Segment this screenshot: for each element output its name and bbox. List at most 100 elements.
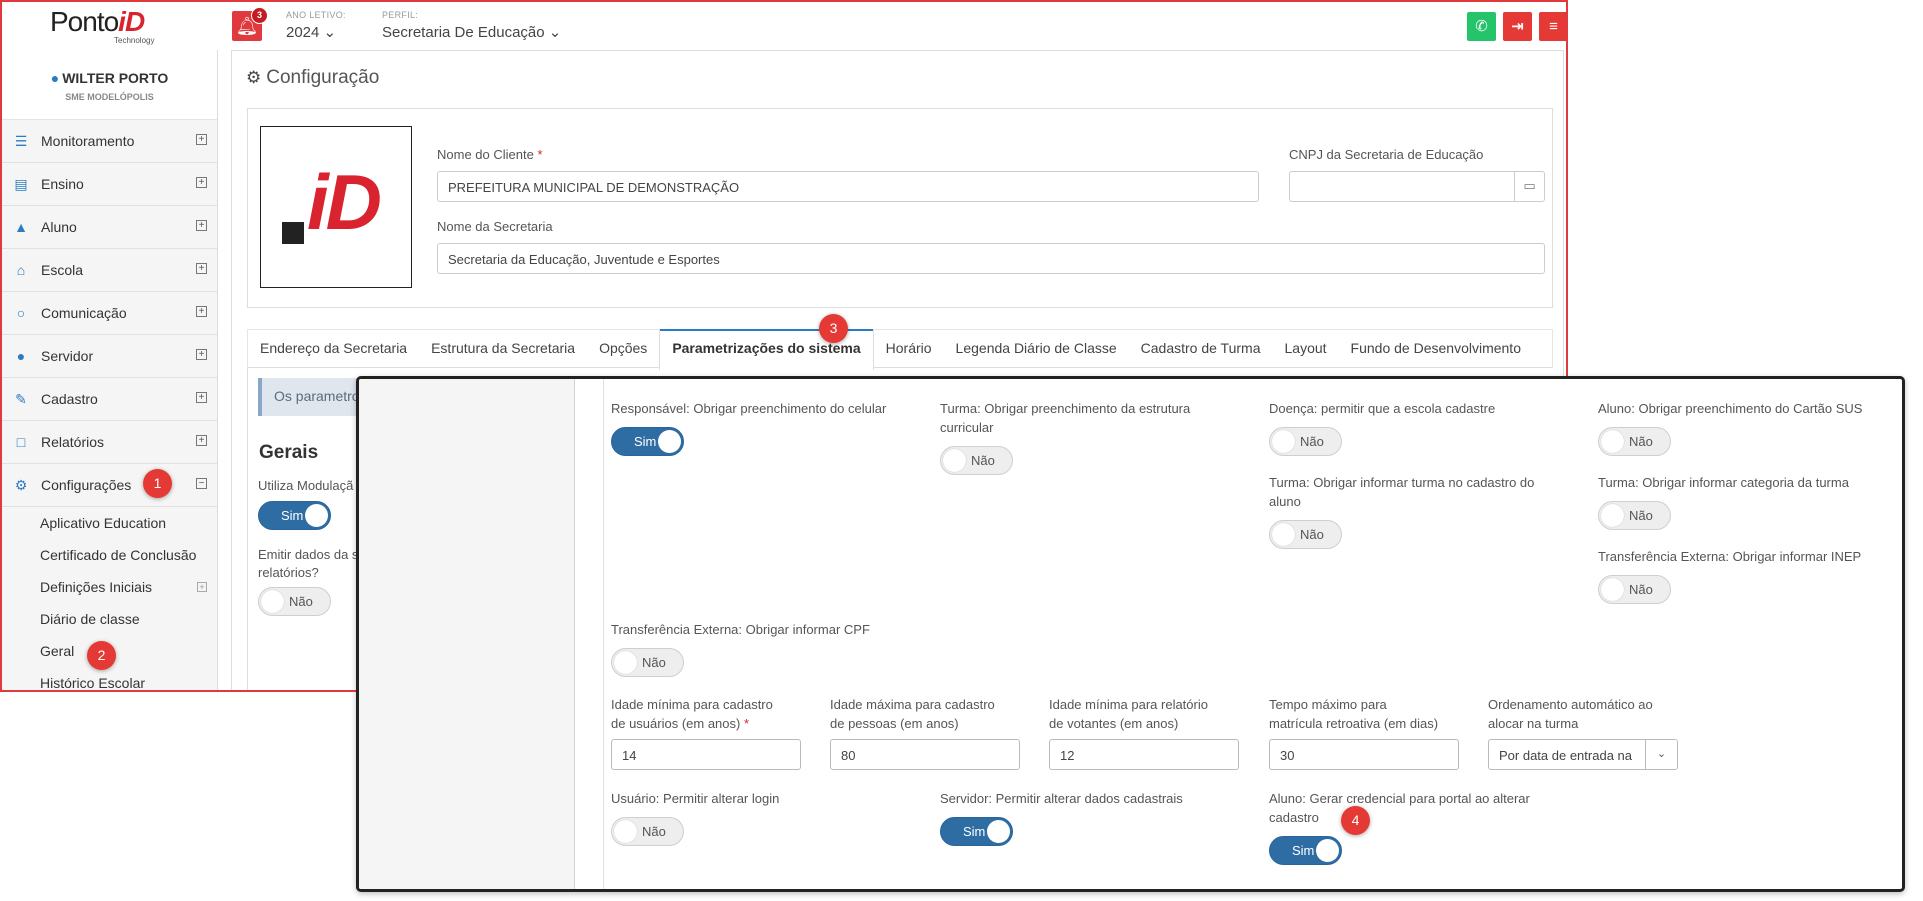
modulacao-label: Utiliza Modulaçã [258,478,354,493]
overlay-sidebar-area [359,379,575,889]
main-menu-button[interactable]: ≡ [1539,12,1566,41]
sidebar-item-ensino[interactable]: ▤ Ensino + [2,163,217,206]
tab-endereco[interactable]: Endereço da Secretaria [248,330,419,367]
field-label-idade-minima: Idade mínima para cadastro de usuários (e… [611,697,773,731]
tab-legenda-diario[interactable]: Legenda Diário de Classe [944,330,1129,367]
user-name: WILTER PORTO [62,70,169,86]
tab-horario[interactable]: Horário [874,330,944,367]
page-title: ⚙ Configuração [246,67,380,88]
toggle-cpf[interactable]: Não [611,648,684,677]
emitir-label: Emitir dados da s relatórios? [258,547,359,580]
gear-icon: ⚙ [246,68,262,87]
whatsapp-icon: ✆ [1475,18,1488,35]
overlay-divider [603,379,604,889]
gear-icon: ⚙ [14,477,28,493]
expand-icon[interactable]: + [196,220,207,231]
logo-square-shape [282,222,304,244]
toggle-doenca[interactable]: Não [1269,427,1342,456]
submenu-historico-escolar[interactable]: Histórico Escolar [2,667,217,690]
logo-id-mark: iD [307,158,382,246]
user-org: SME MODELÓPOLIS [65,92,154,102]
expand-icon[interactable]: + [196,306,207,317]
toggle-label-credencial-portal: Aluno: Gerar credencial para portal ao a… [1269,791,1530,825]
tab-layout[interactable]: Layout [1273,330,1339,367]
toggle-cartao-sus[interactable]: Não [1598,427,1671,456]
bank-icon: ⌂ [16,262,26,278]
toggle-usuario-login[interactable]: Não [611,817,684,846]
toggle-servidor-dados[interactable]: Sim [940,817,1013,846]
expand-icon[interactable]: + [197,582,207,592]
file-icon: □ [16,434,26,450]
toggle-label-inep: Transferência Externa: Obrigar informar … [1598,549,1862,564]
expand-icon[interactable]: + [196,392,207,403]
logout-icon: ⇥ [1511,18,1524,35]
submenu-diario-classe[interactable]: Diário de classe [2,603,217,635]
input-idade-votantes[interactable]: 12 [1049,739,1239,770]
tab-fundo-desenvolvimento[interactable]: Fundo de Desenvolvimento [1339,330,1533,367]
client-name-label: Nome do Cliente * [437,147,543,162]
sidebar-item-comunicacao[interactable]: ○ Comunicação + [2,292,217,335]
logout-button[interactable]: ⇥ [1503,12,1532,41]
expand-icon[interactable]: + [196,134,207,145]
toggle-inep[interactable]: Não [1598,575,1671,604]
client-logo-image[interactable]: iD [260,126,412,288]
select-ordenamento[interactable]: Por data de entrada na ⌄ [1488,739,1678,770]
cnpj-input[interactable]: ▭ [1289,171,1545,202]
collapse-icon[interactable]: − [196,478,207,489]
submenu-certificado-conclusao[interactable]: Certificado de Conclusão [2,539,217,571]
hamburger-icon: ≡ [1549,18,1558,35]
client-name-input[interactable]: PREFEITURA MUNICIPAL DE DEMONSTRAÇÃO [437,171,1259,202]
toggle-turma-estrutura[interactable]: Não [940,446,1013,475]
expand-icon[interactable]: + [196,263,207,274]
user-box: ● WILTER PORTO SME MODELÓPOLIS [2,50,217,120]
notification-count-badge: 3 [251,7,268,24]
input-tempo-maximo[interactable]: 30 [1269,739,1459,770]
whatsapp-button[interactable]: ✆ [1467,12,1496,41]
toggle-responsavel-celular[interactable]: Sim [611,427,684,456]
expand-icon[interactable]: + [196,435,207,446]
notifications-bell-button[interactable]: 🔔︎ 3 [232,7,268,41]
secretaria-name-input[interactable]: Secretaria da Educação, Juventude e Espo… [437,243,1545,274]
tab-opcoes[interactable]: Opções [587,330,659,367]
graduation-cap-icon: ▲ [14,219,28,235]
submenu-aplicativo-education[interactable]: Aplicativo Education [2,507,217,539]
pontoid-logo[interactable]: PontoiD Technology [50,6,170,46]
expand-icon[interactable]: + [196,177,207,188]
school-year-selector[interactable]: ANO LETIVO: 2024 ⌄ [286,10,346,41]
submenu-definicoes-iniciais[interactable]: Definições Iniciais + [2,571,217,603]
sidebar-item-monitoramento[interactable]: ☰ Monitoramento + [2,120,217,163]
user-icon: ● [16,348,26,364]
tab-estrutura[interactable]: Estrutura da Secretaria [419,330,587,367]
expand-icon[interactable]: + [196,349,207,360]
credit-card-icon: ▭ [1514,172,1544,201]
emitir-toggle[interactable]: Não [258,587,331,616]
sidebar: ● WILTER PORTO SME MODELÓPOLIS ☰ Monitoram… [2,50,218,690]
toggle-label-responsavel: Responsável: Obrigar preenchimento do ce… [611,401,887,416]
toggle-credencial-portal[interactable]: Sim [1269,836,1342,865]
zoomed-settings-panel: Responsável: Obrigar preenchimento do ce… [356,376,1905,892]
tab-cadastro-turma[interactable]: Cadastro de Turma [1129,330,1273,367]
section-title-gerais: Gerais [259,442,319,463]
sidebar-item-servidor[interactable]: ● Servidor + [2,335,217,378]
sidebar-item-aluno[interactable]: ▲ Aluno + [2,206,217,249]
field-label-idade-votantes: Idade mínima para relatório de votantes (… [1049,697,1208,731]
user-icon: ● [50,70,60,86]
profile-selector[interactable]: PERFIL: Secretaria De Educação ⌄ [382,10,561,41]
toggle-label-categoria-turma: Turma: Obrigar informar categoria da tur… [1598,475,1849,490]
client-info-panel: iD Nome do Cliente * PREFEITURA MUNICIPA… [247,108,1553,308]
sidebar-item-relatorios[interactable]: □ Relatórios + [2,421,217,464]
sidebar-item-cadastro[interactable]: ✎ Cadastro + [2,378,217,421]
toggle-turma-cadastro[interactable]: Não [1269,520,1342,549]
input-idade-minima[interactable]: 14 [611,739,801,770]
cnpj-label: CNPJ da Secretaria de Educação [1289,147,1484,162]
modulacao-toggle[interactable]: Sim [258,501,331,530]
input-idade-maxima[interactable]: 80 [830,739,1020,770]
toggle-label-cpf: Transferência Externa: Obrigar informar … [611,622,870,637]
toggle-label-usuario-login: Usuário: Permitir alterar login [611,791,780,806]
field-label-tempo-maximo: Tempo máximo para matrícula retroativa (e… [1269,697,1439,731]
toggle-categoria-turma[interactable]: Não [1598,501,1671,530]
sidebar-item-escola[interactable]: ⌂ Escola + [2,249,217,292]
step-marker-3: 3 [819,314,848,343]
sidebar-item-configuracoes[interactable]: ⚙ Configurações − [2,464,217,507]
step-marker-2: 2 [87,641,116,670]
